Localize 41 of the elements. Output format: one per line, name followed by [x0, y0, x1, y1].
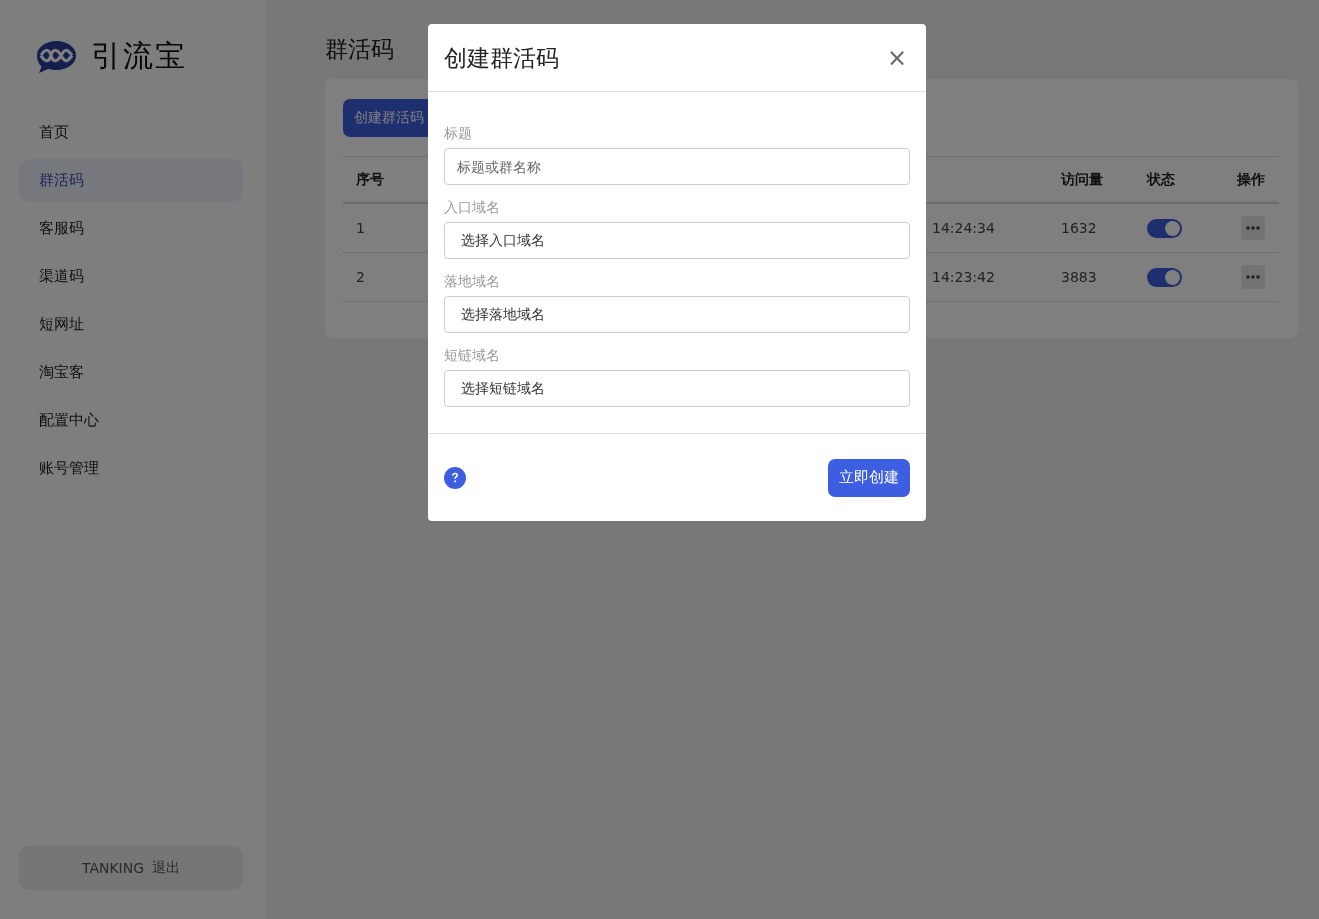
sidebar-item[interactable]: 淘宝客 — [19, 351, 243, 394]
sidebar-item[interactable]: 短网址 — [19, 303, 243, 346]
toggle-switch[interactable] — [1147, 218, 1182, 238]
column-header: 操作 — [1236, 170, 1266, 189]
modal-title: 创建群活码 — [444, 44, 559, 73]
more-icon — [1246, 275, 1260, 279]
column-header: 访问量 — [1059, 170, 1104, 189]
user-name: TANKING — [81, 860, 145, 876]
page-title: 群活码 — [325, 35, 394, 64]
help-icon[interactable] — [444, 466, 466, 489]
select-field[interactable]: 选择落地域名 — [444, 296, 910, 333]
field-label: 落地域名 — [444, 273, 501, 291]
field-label: 短链域名 — [444, 347, 501, 365]
field-label: 入口域名 — [444, 199, 501, 217]
field-label: 标题 — [444, 125, 473, 143]
select-field[interactable]: 选择入口域名 — [444, 222, 910, 259]
table-cell-text: 14:24:34 — [931, 220, 996, 236]
column-header: 序号 — [355, 170, 385, 189]
more-icon — [1246, 226, 1260, 230]
sidebar-item[interactable]: 渠道码 — [19, 255, 243, 298]
sidebar-item[interactable]: 账号管理 — [19, 447, 243, 490]
sidebar-item[interactable]: 群活码 — [19, 159, 243, 202]
table-cell-text: 1 — [355, 220, 366, 236]
sidebar-item[interactable]: 客服码 — [19, 207, 243, 250]
close-button[interactable]: × — [883, 43, 910, 72]
select-field[interactable]: 选择短链域名 — [444, 370, 910, 407]
toggle-switch[interactable] — [1147, 267, 1182, 287]
app-logo-text: 引流宝 — [91, 37, 187, 75]
more-button[interactable] — [1241, 265, 1265, 289]
table-cell-text: 1632 — [1060, 220, 1098, 236]
sidebar-item[interactable]: 首页 — [19, 111, 243, 154]
table-cell-text: 14:23:42 — [931, 269, 996, 285]
column-header: 状态 — [1145, 170, 1176, 189]
table-cell-text: 2 — [355, 269, 366, 285]
submit-button[interactable]: 立即创建 — [828, 458, 910, 497]
sidebar-item[interactable]: 配置中心 — [19, 399, 243, 442]
logout-link[interactable]: 退出 — [152, 859, 181, 877]
more-button[interactable] — [1241, 216, 1265, 240]
input-field[interactable]: 标题或群名称 — [444, 148, 910, 185]
chat-bubble-icon — [36, 39, 77, 74]
table-cell-text: 3883 — [1060, 269, 1098, 285]
